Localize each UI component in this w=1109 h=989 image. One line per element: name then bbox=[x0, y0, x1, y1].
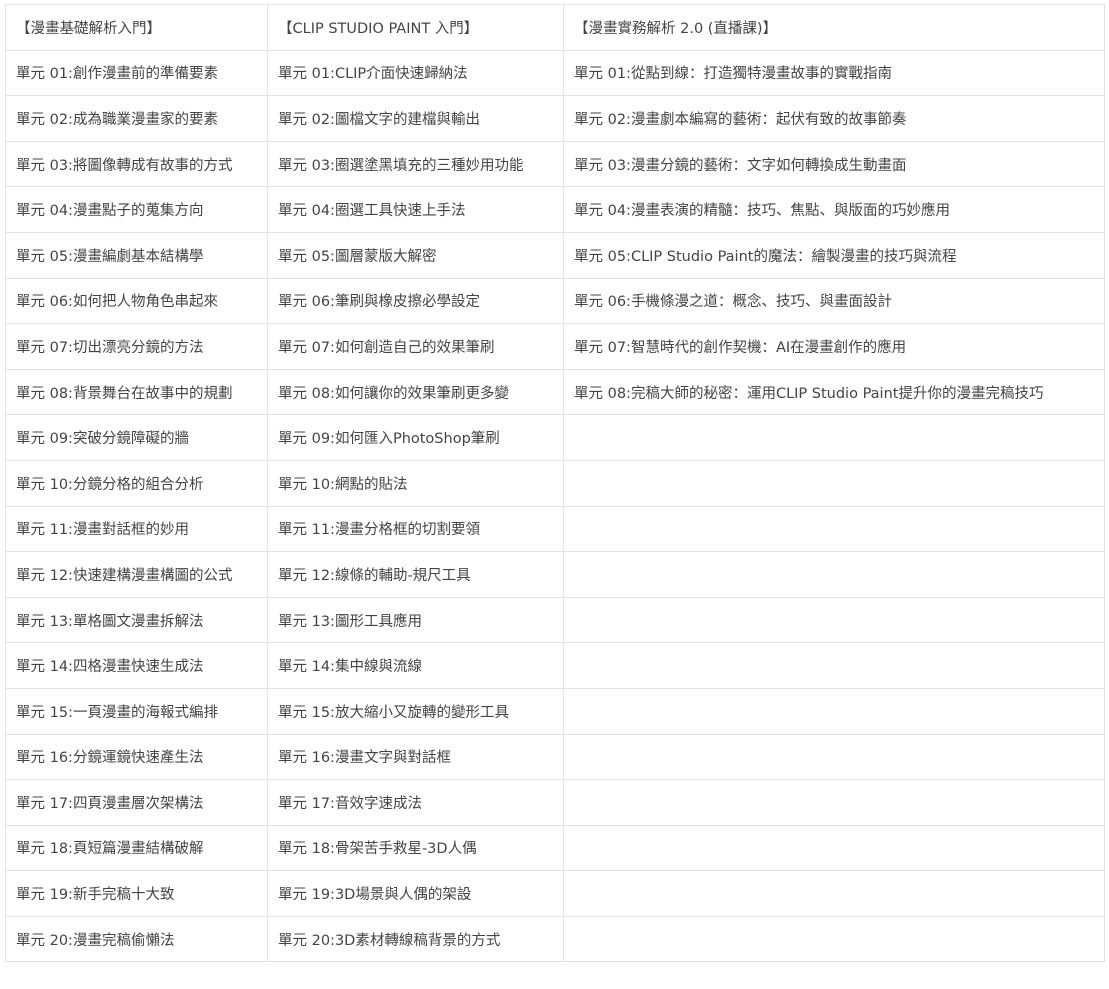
empty-cell bbox=[563, 642, 1105, 689]
unit-cell-clip-studio-basics: 單元 15:放大縮小又旋轉的變形工具 bbox=[267, 687, 564, 735]
unit-cell-clip-studio-basics: 單元 20:3D素材轉線稿背景的方式 bbox=[267, 915, 564, 963]
unit-cell-manga-basics: 單元 15:一頁漫畫的海報式編排 bbox=[5, 687, 268, 735]
unit-cell-clip-studio-basics: 單元 07:如何創造自己的效果筆刷 bbox=[267, 323, 564, 370]
unit-cell-manga-basics: 單元 08:背景舞台在故事中的規劃 bbox=[5, 368, 268, 416]
unit-cell-clip-studio-basics: 單元 11:漫畫分格框的切割要領 bbox=[267, 505, 564, 553]
unit-cell-manga-basics: 單元 07:切出漂亮分鏡的方法 bbox=[5, 323, 268, 370]
unit-cell-clip-studio-basics: 單元 17:音效字速成法 bbox=[267, 779, 564, 826]
unit-cell-clip-studio-basics: 單元 18:骨架苦手救星-3D人偶 bbox=[267, 824, 564, 872]
unit-cell-manga-basics: 單元 17:四頁漫畫層次架構法 bbox=[5, 779, 268, 826]
table-row: 單元 20:漫畫完稿偷懶法 單元 20:3D素材轉線稿背景的方式 bbox=[5, 915, 1105, 963]
table-row: 單元 16:分鏡運鏡快速產生法 單元 16:漫畫文字與對話框 bbox=[5, 733, 1105, 781]
empty-cell bbox=[563, 733, 1105, 781]
unit-cell-manga-basics: 單元 01:創作漫畫前的準備要素 bbox=[5, 49, 268, 97]
unit-cell-clip-studio-basics: 單元 09:如何匯入PhotoShop筆刷 bbox=[267, 414, 564, 461]
unit-cell-manga-basics: 單元 16:分鏡運鏡快速產生法 bbox=[5, 733, 268, 781]
table-row: 單元 05:漫畫編劇基本結構學 單元 05:圖層蒙版大解密 單元 05:CLIP S… bbox=[5, 231, 1105, 279]
unit-cell-manga-basics: 單元 05:漫畫編劇基本結構學 bbox=[5, 231, 268, 279]
unit-cell-clip-studio-basics: 單元 02:圖檔文字的建檔與輸出 bbox=[267, 95, 564, 142]
unit-cell-clip-studio-basics: 單元 10:網點的貼法 bbox=[267, 459, 564, 507]
unit-cell-manga-practice-live: 單元 02:漫畫劇本編寫的藝術：起伏有致的故事節奏 bbox=[563, 95, 1105, 142]
unit-cell-clip-studio-basics: 單元 04:圈選工具快速上手法 bbox=[267, 186, 564, 233]
empty-cell bbox=[563, 505, 1105, 553]
unit-cell-manga-practice-live: 單元 06:手機條漫之道：概念、技巧、與畫面設計 bbox=[563, 277, 1105, 325]
unit-cell-manga-basics: 單元 09:突破分鏡障礙的牆 bbox=[5, 414, 268, 461]
course-table: 【漫畫基礎解析入門】 【CLIP STUDIO PAINT 入門】 【漫畫實務解析 … bbox=[5, 4, 1105, 963]
empty-cell bbox=[563, 551, 1105, 598]
table-row: 單元 14:四格漫畫快速生成法 單元 14:集中線與流線 bbox=[5, 642, 1105, 689]
column-header-clip-studio-basics: 【CLIP STUDIO PAINT 入門】 bbox=[267, 4, 564, 51]
unit-cell-clip-studio-basics: 單元 19:3D場景與人偶的架設 bbox=[267, 870, 564, 917]
header-row: 【漫畫基礎解析入門】 【CLIP STUDIO PAINT 入門】 【漫畫實務解析 … bbox=[5, 4, 1105, 51]
unit-cell-manga-basics: 單元 13:單格圖文漫畫拆解法 bbox=[5, 596, 268, 644]
unit-cell-manga-basics: 單元 10:分鏡分格的組合分析 bbox=[5, 459, 268, 507]
unit-cell-manga-practice-live: 單元 07:智慧時代的創作契機：AI在漫畫創作的應用 bbox=[563, 323, 1105, 370]
table-row: 單元 02:成為職業漫畫家的要素 單元 02:圖檔文字的建檔與輸出 單元 02:漫畫… bbox=[5, 95, 1105, 142]
unit-cell-clip-studio-basics: 單元 14:集中線與流線 bbox=[267, 642, 564, 689]
table-row: 單元 19:新手完稿十大致 單元 19:3D場景與人偶的架設 bbox=[5, 870, 1105, 917]
unit-cell-manga-basics: 單元 02:成為職業漫畫家的要素 bbox=[5, 95, 268, 142]
table-row: 單元 11:漫畫對話框的妙用 單元 11:漫畫分格框的切割要領 bbox=[5, 505, 1105, 553]
course-table-body: 【漫畫基礎解析入門】 【CLIP STUDIO PAINT 入門】 【漫畫實務解析 … bbox=[5, 4, 1105, 963]
unit-cell-clip-studio-basics: 單元 12:線條的輔助-規尺工具 bbox=[267, 551, 564, 598]
table-row: 單元 08:背景舞台在故事中的規劃 單元 08:如何讓你的效果筆刷更多變 單元 08… bbox=[5, 368, 1105, 416]
table-row: 單元 03:將圖像轉成有故事的方式 單元 03:圈選塗黑填充的三種妙用功能 單元 0… bbox=[5, 140, 1105, 188]
unit-cell-clip-studio-basics: 單元 13:圖形工具應用 bbox=[267, 596, 564, 644]
column-header-manga-practice-live: 【漫畫實務解析 2.0 (直播課)】 bbox=[563, 4, 1105, 51]
unit-cell-clip-studio-basics: 單元 16:漫畫文字與對話框 bbox=[267, 733, 564, 781]
table-row: 單元 07:切出漂亮分鏡的方法 單元 07:如何創造自己的效果筆刷 單元 07:智慧… bbox=[5, 323, 1105, 370]
table-row: 單元 04:漫畫點子的蒐集方向 單元 04:圈選工具快速上手法 單元 04:漫畫表演… bbox=[5, 186, 1105, 233]
unit-cell-manga-basics: 單元 11:漫畫對話框的妙用 bbox=[5, 505, 268, 553]
empty-cell bbox=[563, 824, 1105, 872]
table-row: 單元 12:快速建構漫畫構圖的公式 單元 12:線條的輔助-規尺工具 bbox=[5, 551, 1105, 598]
unit-cell-clip-studio-basics: 單元 03:圈選塗黑填充的三種妙用功能 bbox=[267, 140, 564, 188]
unit-cell-manga-basics: 單元 14:四格漫畫快速生成法 bbox=[5, 642, 268, 689]
unit-cell-manga-basics: 單元 18:頁短篇漫畫結構破解 bbox=[5, 824, 268, 872]
unit-cell-manga-practice-live: 單元 01:從點到線：打造獨特漫畫故事的實戰指南 bbox=[563, 49, 1105, 97]
empty-cell bbox=[563, 687, 1105, 735]
unit-cell-manga-basics: 單元 20:漫畫完稿偷懶法 bbox=[5, 915, 268, 963]
unit-cell-manga-practice-live: 單元 03:漫畫分鏡的藝術：文字如何轉換成生動畫面 bbox=[563, 140, 1105, 188]
column-header-manga-basics: 【漫畫基礎解析入門】 bbox=[5, 4, 268, 51]
unit-cell-manga-basics: 單元 12:快速建構漫畫構圖的公式 bbox=[5, 551, 268, 598]
table-row: 單元 09:突破分鏡障礙的牆 單元 09:如何匯入PhotoShop筆刷 bbox=[5, 414, 1105, 461]
empty-cell bbox=[563, 459, 1105, 507]
unit-cell-manga-practice-live: 單元 08:完稿大師的秘密：運用CLIP Studio Paint提升你的漫畫完… bbox=[563, 368, 1105, 416]
table-row: 單元 01:創作漫畫前的準備要素 單元 01:CLIP介面快速歸納法 單元 01:從… bbox=[5, 49, 1105, 97]
table-row: 單元 18:頁短篇漫畫結構破解 單元 18:骨架苦手救星-3D人偶 bbox=[5, 824, 1105, 872]
table-row: 單元 06:如何把人物角色串起來 單元 06:筆刷與橡皮擦必學設定 單元 06:手機… bbox=[5, 277, 1105, 325]
empty-cell bbox=[563, 870, 1105, 917]
table-row: 單元 10:分鏡分格的組合分析 單元 10:網點的貼法 bbox=[5, 459, 1105, 507]
unit-cell-manga-basics: 單元 06:如何把人物角色串起來 bbox=[5, 277, 268, 325]
table-row: 單元 13:單格圖文漫畫拆解法 單元 13:圖形工具應用 bbox=[5, 596, 1105, 644]
unit-cell-manga-basics: 單元 19:新手完稿十大致 bbox=[5, 870, 268, 917]
unit-cell-clip-studio-basics: 單元 05:圖層蒙版大解密 bbox=[267, 231, 564, 279]
unit-cell-manga-basics: 單元 04:漫畫點子的蒐集方向 bbox=[5, 186, 268, 233]
unit-cell-clip-studio-basics: 單元 01:CLIP介面快速歸納法 bbox=[267, 49, 564, 97]
empty-cell bbox=[563, 596, 1105, 644]
unit-cell-clip-studio-basics: 單元 06:筆刷與橡皮擦必學設定 bbox=[267, 277, 564, 325]
table-row: 單元 15:一頁漫畫的海報式編排 單元 15:放大縮小又旋轉的變形工具 bbox=[5, 687, 1105, 735]
unit-cell-clip-studio-basics: 單元 08:如何讓你的效果筆刷更多變 bbox=[267, 368, 564, 416]
empty-cell bbox=[563, 779, 1105, 826]
empty-cell bbox=[563, 915, 1105, 963]
table-row: 單元 17:四頁漫畫層次架構法 單元 17:音效字速成法 bbox=[5, 779, 1105, 826]
unit-cell-manga-practice-live: 單元 05:CLIP Studio Paint的魔法：繪製漫畫的技巧與流程 bbox=[563, 231, 1105, 279]
unit-cell-manga-basics: 單元 03:將圖像轉成有故事的方式 bbox=[5, 140, 268, 188]
empty-cell bbox=[563, 414, 1105, 461]
unit-cell-manga-practice-live: 單元 04:漫畫表演的精髓：技巧、焦點、與版面的巧妙應用 bbox=[563, 186, 1105, 233]
